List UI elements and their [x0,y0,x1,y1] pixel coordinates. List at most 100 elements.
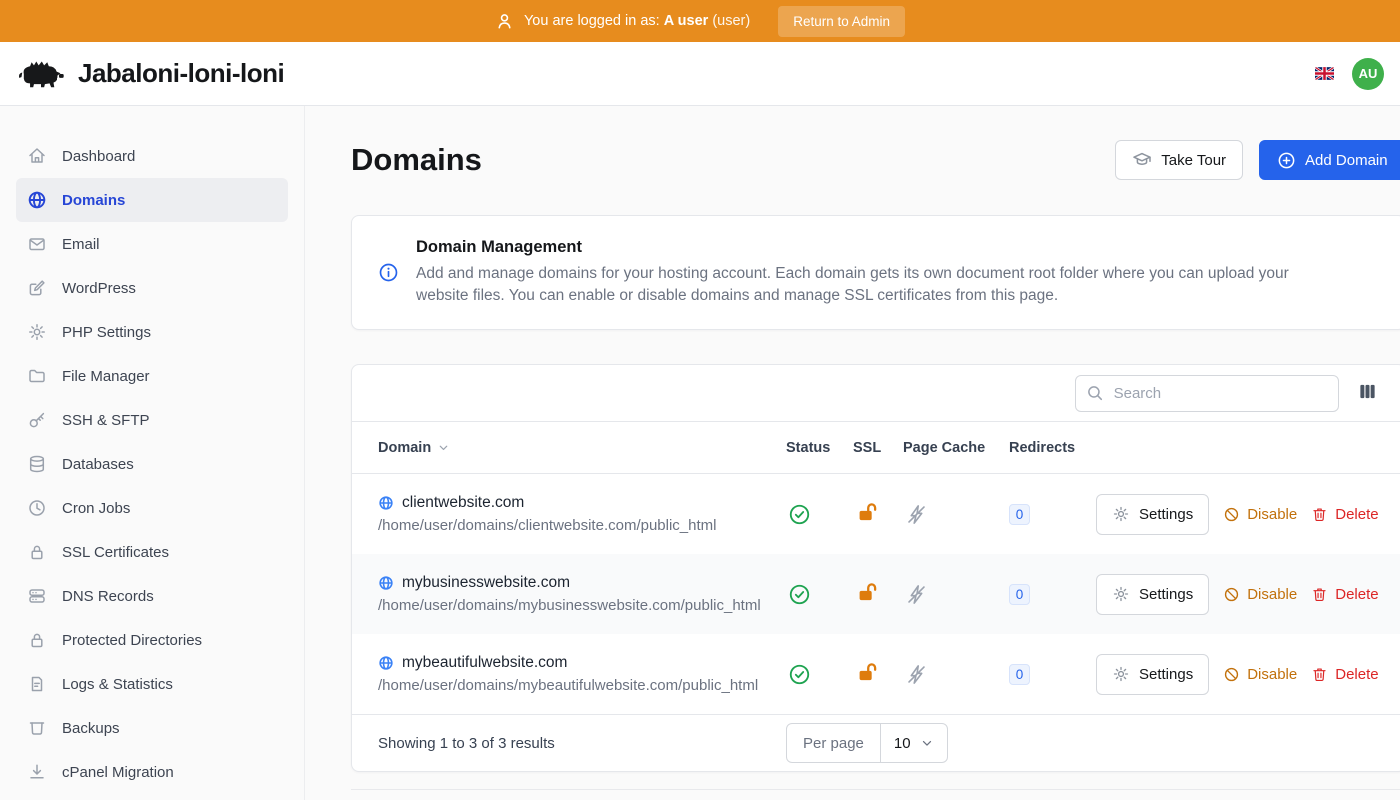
sidebar-item-label: Protected Directories [62,632,202,649]
info-card-description: Add and manage domains for your hosting … [416,263,1321,307]
columns-toggle-button[interactable] [1356,380,1379,406]
domain-name[interactable]: mybeautifulwebsite.com [402,654,567,672]
sidebar-item-label: Databases [62,456,134,473]
domain-path: /home/user/domains/mybusinesswebsite.com… [378,597,786,614]
per-page-select[interactable]: 10 [881,724,947,762]
ban-icon [1223,666,1240,683]
delete-button[interactable]: Delete [1311,586,1378,603]
sidebar-item-domains[interactable]: Domains [16,178,288,222]
take-tour-button[interactable]: Take Tour [1115,140,1243,180]
pencil-square-icon [27,278,47,298]
brand[interactable]: Jabaloni-loni-loni [16,54,284,94]
sidebar-item-dns-records[interactable]: DNS Records [16,574,288,618]
page-cache-off-icon[interactable] [905,583,928,606]
sidebar-item-databases[interactable]: Databases [16,442,288,486]
sidebar-item-label: Backups [62,720,120,737]
settings-button[interactable]: Settings [1096,654,1209,695]
column-header-page-cache: Page Cache [903,440,1009,456]
ssl-unlocked-icon[interactable] [855,660,878,688]
redirects-count-badge[interactable]: 0 [1009,584,1030,605]
domain-name[interactable]: mybusinesswebsite.com [402,574,570,592]
sidebar: Dashboard Domains Email WordPress PHP Se… [0,106,305,800]
disable-button[interactable]: Disable [1223,506,1297,523]
column-header-redirects: Redirects [1009,440,1096,456]
header-right: AU [1315,58,1384,90]
sidebar-item-label: Domains [62,192,125,209]
per-page-label: Per page [787,724,881,762]
settings-button[interactable]: Settings [1096,494,1209,535]
key-icon [27,410,47,430]
gear-icon [27,322,47,342]
sidebar-item-label: Logs & Statistics [62,676,173,693]
sidebar-item-backups[interactable]: Backups [16,706,288,750]
column-header-ssl: SSL [853,440,903,456]
ssl-unlocked-icon[interactable] [855,580,878,608]
home-icon [27,146,47,166]
domain-name[interactable]: clientwebsite.com [402,494,524,512]
download-icon [27,762,47,782]
sidebar-item-protected-directories[interactable]: Protected Directories [16,618,288,662]
page-cache-off-icon[interactable] [905,503,928,526]
sidebar-item-label: Email [62,236,100,253]
ssl-unlocked-icon[interactable] [855,500,878,528]
document-icon [27,674,47,694]
sidebar-item-file-manager[interactable]: File Manager [16,354,288,398]
sidebar-item-label: WordPress [62,280,136,297]
status-enabled-icon [788,583,811,606]
sidebar-item-label: SSL Certificates [62,544,169,561]
column-header-domain[interactable]: Domain [378,440,786,456]
delete-button[interactable]: Delete [1311,666,1378,683]
domain-path: /home/user/domains/mybeautifulwebsite.co… [378,677,786,694]
banner-user-name: A user [664,13,709,29]
sidebar-item-dashboard[interactable]: Dashboard [16,134,288,178]
disable-button[interactable]: Disable [1223,586,1297,603]
folder-icon [27,366,47,386]
sidebar-item-label: Dashboard [62,148,135,165]
info-card-title: Domain Management [416,238,1321,257]
user-icon [495,12,514,31]
sidebar-item-label: SSH & SFTP [62,412,150,429]
lock-icon [27,542,47,562]
settings-button[interactable]: Settings [1096,574,1209,615]
uk-flag-icon[interactable] [1315,67,1334,80]
chevron-down-icon [437,441,450,454]
redirects-count-badge[interactable]: 0 [1009,664,1030,685]
results-summary: Showing 1 to 3 of 3 results [378,735,786,752]
graduation-cap-icon [1132,150,1152,170]
sidebar-item-wordpress[interactable]: WordPress [16,266,288,310]
info-card: Domain Management Add and manage domains… [351,215,1400,330]
database-icon [27,454,47,474]
app-header: Jabaloni-loni-loni AU [0,42,1400,106]
table-row: mybeautifulwebsite.com /home/user/domain… [352,634,1400,714]
page-title: Domains [351,142,482,178]
clock-icon [27,498,47,518]
sidebar-item-label: cPanel Migration [62,764,174,781]
delete-button[interactable]: Delete [1311,506,1378,523]
disable-button[interactable]: Disable [1223,666,1297,683]
search-input[interactable] [1075,375,1339,412]
main-content: Domains Take Tour Add Domain [305,106,1400,800]
archive-box-icon [27,718,47,738]
sidebar-item-ssh-sftp[interactable]: SSH & SFTP [16,398,288,442]
search-icon [1086,384,1104,402]
redirects-count-badge[interactable]: 0 [1009,504,1030,525]
sidebar-item-cron-jobs[interactable]: Cron Jobs [16,486,288,530]
sidebar-item-cpanel-migration[interactable]: cPanel Migration [16,750,288,794]
sidebar-item-email[interactable]: Email [16,222,288,266]
domains-table-card: Domain Status SSL Page Cache Redirects [351,364,1400,772]
page-footer-divider [351,789,1400,800]
sidebar-item-ssl-certificates[interactable]: SSL Certificates [16,530,288,574]
boar-logo-icon [16,54,66,94]
banner-message: You are logged in as: A user (user) [524,13,750,29]
sidebar-item-php-settings[interactable]: PHP Settings [16,310,288,354]
return-to-admin-button[interactable]: Return to Admin [778,6,905,37]
search-box [1075,375,1339,412]
sidebar-item-logs-statistics[interactable]: Logs & Statistics [16,662,288,706]
page-cache-off-icon[interactable] [905,663,928,686]
info-circle-icon [378,262,399,283]
table-row: mybusinesswebsite.com /home/user/domains… [352,554,1400,634]
globe-icon [27,190,47,210]
add-domain-button[interactable]: Add Domain [1259,140,1400,180]
avatar[interactable]: AU [1352,58,1384,90]
table-row: clientwebsite.com /home/user/domains/cli… [352,474,1400,554]
